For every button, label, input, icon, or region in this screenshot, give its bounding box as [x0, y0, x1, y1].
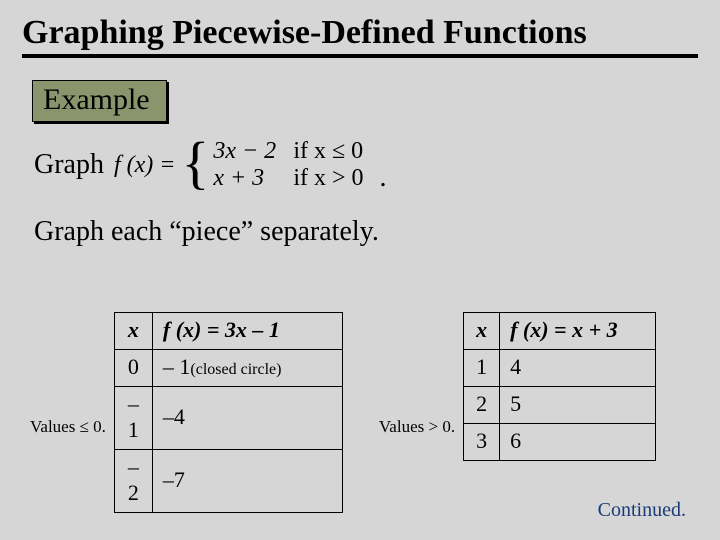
table-row: –1 –4 [114, 387, 342, 450]
piece2-expr: x + 3 [213, 165, 285, 192]
t2-x-0: 1 [464, 350, 500, 387]
t2-x-1: 2 [464, 387, 500, 424]
left-table-caption: Values ≤ 0. [30, 389, 106, 437]
instruction-text: Graph each “piece” separately. [34, 216, 720, 248]
sentence-period: . [380, 162, 387, 194]
t2-head-fx: f (x) = x + 3 [500, 313, 656, 350]
tables-area: Values ≤ 0. x f (x) = 3x – 1 0 – 1(close… [0, 312, 720, 513]
left-brace-icon: { [181, 134, 209, 192]
continued-label: Continued. [598, 499, 686, 522]
t1-fx-2: –7 [152, 450, 342, 513]
t1-head-fx: f (x) = 3x – 1 [152, 313, 342, 350]
t2-x-2: 3 [464, 424, 500, 461]
table-row: 0 – 1(closed circle) [114, 350, 342, 387]
t1-head-x: x [114, 313, 152, 350]
page-title: Graphing Piecewise-Defined Functions [0, 0, 720, 54]
t1-x-1: –1 [114, 387, 152, 450]
piece1-expr: 3x − 2 [213, 138, 285, 165]
piece1-cond: if x ≤ 0 [293, 138, 363, 165]
right-table-caption: Values > 0. [379, 389, 455, 437]
table-left: x f (x) = 3x – 1 0 – 1(closed circle) –1… [114, 312, 343, 513]
example-box: Example [32, 80, 167, 122]
t1-fx-0: – 1(closed circle) [152, 350, 342, 387]
graph-word: Graph [34, 149, 104, 181]
t1-x-0: 0 [114, 350, 152, 387]
table-row: 3 6 [464, 424, 656, 461]
t1-fx-1: –4 [152, 387, 342, 450]
t2-head-x: x [464, 313, 500, 350]
table-row: 1 4 [464, 350, 656, 387]
graph-equation-line: Graph f (x) = { 3x − 2 if x ≤ 0 x + 3 if… [34, 136, 720, 194]
table-row: 2 5 [464, 387, 656, 424]
t1-x-2: –2 [114, 450, 152, 513]
piecewise-def: f (x) = { 3x − 2 if x ≤ 0 x + 3 if x > 0 [114, 136, 364, 194]
fx-label: f (x) = [114, 152, 176, 179]
t2-fx-1: 5 [500, 387, 656, 424]
table-row: –2 –7 [114, 450, 342, 513]
t2-fx-0: 4 [500, 350, 656, 387]
piece2-cond: if x > 0 [293, 165, 363, 192]
title-underline [22, 54, 698, 58]
t2-fx-2: 6 [500, 424, 656, 461]
table-right: x f (x) = x + 3 1 4 2 5 3 6 [463, 312, 656, 461]
